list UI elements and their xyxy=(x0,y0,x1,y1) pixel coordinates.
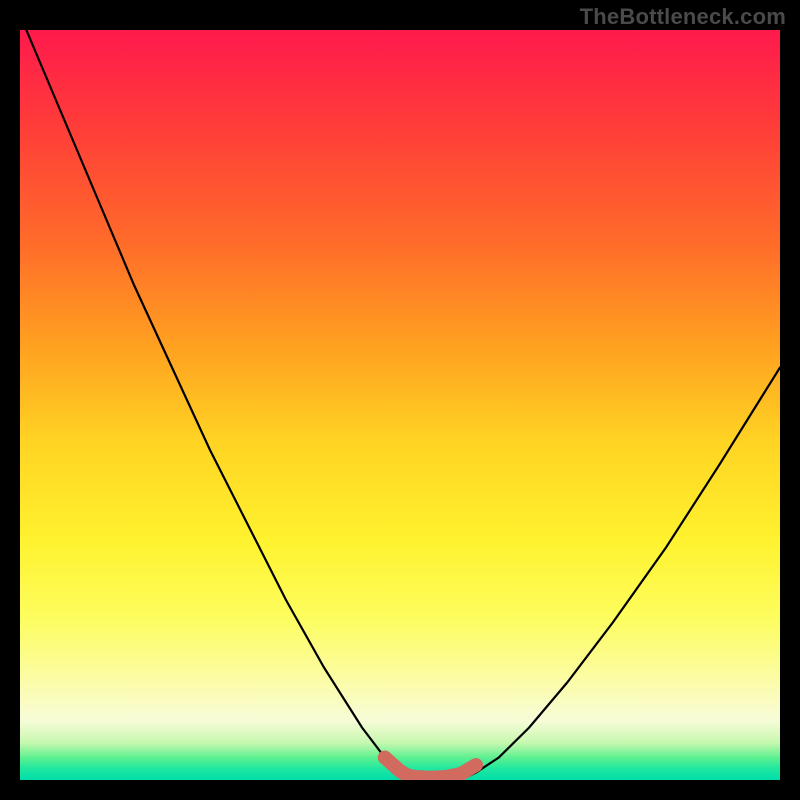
watermark-text: TheBottleneck.com xyxy=(580,4,786,30)
chart-plot-area xyxy=(20,30,780,780)
flat-minimum-marker xyxy=(385,758,476,778)
chart-svg xyxy=(20,30,780,780)
bottleneck-curve xyxy=(20,30,780,780)
chart-frame: TheBottleneck.com xyxy=(0,0,800,800)
